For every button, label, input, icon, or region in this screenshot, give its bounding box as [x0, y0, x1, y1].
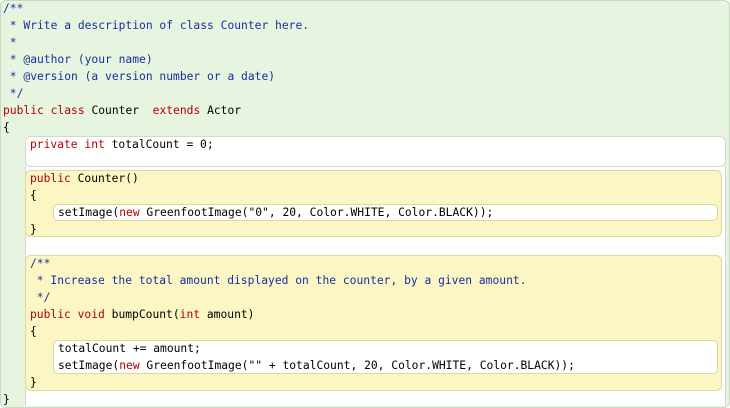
code-line[interactable]: {: [30, 187, 37, 204]
code-line[interactable]: {: [3, 119, 10, 136]
code-line[interactable]: * @version (a version number or a date): [3, 68, 275, 85]
code-line[interactable]: * Increase the total amount displayed on…: [30, 272, 527, 289]
code-line[interactable]: * @author (your name): [3, 51, 153, 68]
code-line[interactable]: }: [30, 221, 37, 238]
code-line[interactable]: * Write a description of class Counter h…: [3, 17, 309, 34]
code-line[interactable]: */: [30, 289, 51, 306]
code-line[interactable]: }: [3, 391, 10, 408]
code-line[interactable]: totalCount += amount;: [58, 340, 201, 357]
code-line[interactable]: /**: [30, 255, 50, 272]
code-line[interactable]: setImage(new GreenfootImage("0", 20, Col…: [58, 204, 493, 221]
code-line[interactable]: *: [3, 34, 17, 51]
code-line[interactable]: /**: [3, 0, 23, 17]
code-line[interactable]: */: [3, 85, 24, 102]
code-line[interactable]: public Counter(): [30, 170, 139, 187]
code-line[interactable]: public class Counter extends Actor: [3, 102, 241, 119]
code-line[interactable]: {: [30, 323, 37, 340]
code-line[interactable]: }: [30, 374, 37, 391]
code-line[interactable]: public void bumpCount(int amount): [30, 306, 255, 323]
code-line[interactable]: setImage(new GreenfootImage("" + totalCo…: [58, 357, 575, 374]
code-line[interactable]: private int totalCount = 0;: [30, 136, 214, 153]
code-editor[interactable]: /** * Write a description of class Count…: [0, 0, 730, 408]
